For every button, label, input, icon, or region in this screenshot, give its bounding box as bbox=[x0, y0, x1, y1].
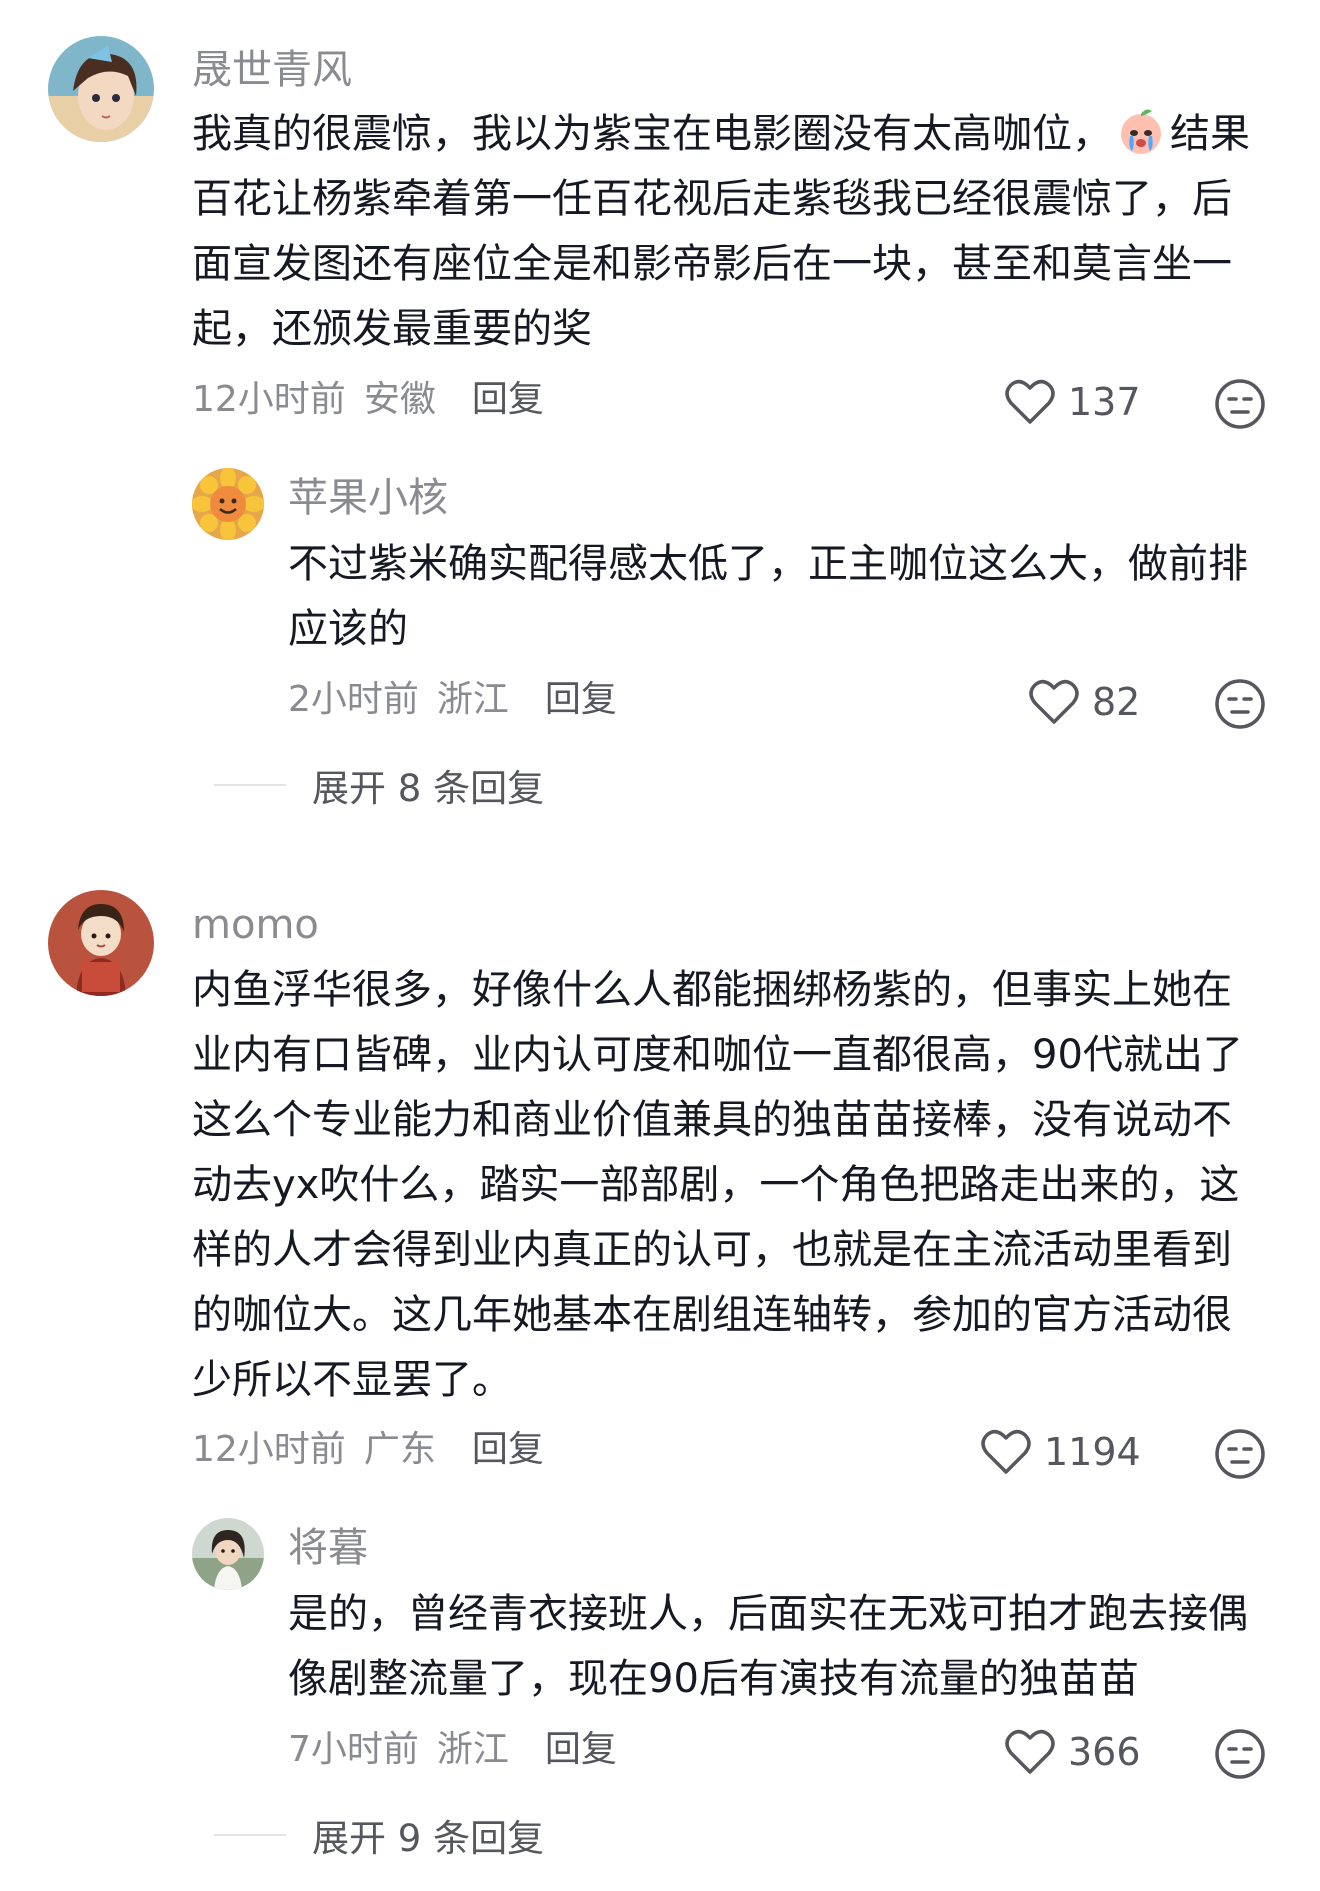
heart-icon bbox=[981, 1429, 1031, 1474]
reply-button[interactable]: 回复 bbox=[472, 382, 544, 418]
reply-meta: 7小时前 浙江 回复 bbox=[288, 1732, 617, 1768]
comment-meta: 12小时前 广东 回复 bbox=[192, 1432, 544, 1468]
heart-icon bbox=[1005, 379, 1055, 424]
avatar[interactable] bbox=[192, 468, 264, 540]
avatar[interactable] bbox=[192, 1518, 264, 1590]
divider-line bbox=[214, 1834, 286, 1836]
expand-replies-label: 展开 9 条回复 bbox=[312, 1817, 545, 1860]
crying-peach-emoji-icon bbox=[1116, 107, 1166, 157]
username[interactable]: 晟世青风 bbox=[192, 50, 352, 90]
neutral-face-icon bbox=[1215, 679, 1265, 729]
reply-meta: 2小时前 浙江 回复 bbox=[288, 682, 617, 718]
expand-replies-button[interactable]: 展开 9 条回复 bbox=[214, 1808, 544, 1862]
dislike-button[interactable] bbox=[1214, 1728, 1266, 1780]
heart-icon bbox=[1005, 1729, 1055, 1774]
like-button[interactable]: 1194 bbox=[980, 1428, 1141, 1476]
reply-button[interactable]: 回复 bbox=[545, 1732, 617, 1768]
avatar[interactable] bbox=[48, 36, 154, 142]
comment-meta: 12小时前 安徽 回复 bbox=[192, 382, 544, 418]
dislike-button[interactable] bbox=[1214, 678, 1266, 730]
timestamp: 12小时前 bbox=[192, 379, 346, 420]
timestamp: 7小时前 bbox=[288, 1729, 419, 1770]
dislike-button[interactable] bbox=[1214, 1428, 1266, 1480]
like-count: 137 bbox=[1068, 380, 1141, 424]
heart-icon bbox=[1029, 679, 1079, 724]
avatar[interactable] bbox=[48, 890, 154, 996]
dislike-button[interactable] bbox=[1214, 378, 1266, 430]
like-button[interactable]: 137 bbox=[1004, 378, 1141, 426]
reply-button[interactable]: 回复 bbox=[472, 1432, 544, 1468]
neutral-face-icon bbox=[1215, 379, 1265, 429]
comment-text: 我真的很震惊，我以为紫宝在电影圈没有太高咖位， 结果百花让杨紫牵着第一任百花视后走… bbox=[192, 102, 1252, 362]
comment-text-part: 我真的很震惊，我以为紫宝在电影圈没有太高咖位， bbox=[192, 111, 1112, 157]
timestamp: 2小时前 bbox=[288, 679, 419, 720]
like-button[interactable]: 82 bbox=[1028, 678, 1140, 726]
reply-text: 不过紫米确实配得感太低了，正主咖位这么大，做前排应该的 bbox=[288, 541, 1248, 652]
timestamp: 12小时前 bbox=[192, 1429, 346, 1470]
location: 浙江 bbox=[436, 679, 509, 720]
comment-text: 内鱼浮华很多，好像什么人都能捆绑杨紫的，但事实上她在业内有口皆碑，业内认可度和咖… bbox=[192, 967, 1243, 1403]
like-count: 82 bbox=[1092, 680, 1141, 724]
location: 广东 bbox=[363, 1429, 436, 1470]
like-button[interactable]: 366 bbox=[1004, 1728, 1141, 1776]
reply-button[interactable]: 回复 bbox=[545, 682, 617, 718]
username[interactable]: momo bbox=[192, 905, 319, 945]
neutral-face-icon bbox=[1215, 1429, 1265, 1479]
neutral-face-icon bbox=[1215, 1729, 1265, 1779]
username[interactable]: 将暮 bbox=[288, 1528, 368, 1568]
divider-line bbox=[214, 784, 286, 786]
location: 安徽 bbox=[363, 379, 436, 420]
reply-text: 是的，曾经青衣接班人，后面实在无戏可拍才跑去接偶像剧整流量了，现在90后有演技有… bbox=[288, 1591, 1248, 1702]
expand-replies-label: 展开 8 条回复 bbox=[312, 767, 545, 810]
expand-replies-button[interactable]: 展开 8 条回复 bbox=[214, 758, 544, 812]
location: 浙江 bbox=[436, 1729, 509, 1770]
like-count: 1194 bbox=[1044, 1430, 1141, 1474]
username[interactable]: 苹果小核 bbox=[288, 478, 448, 518]
like-count: 366 bbox=[1068, 1730, 1141, 1774]
